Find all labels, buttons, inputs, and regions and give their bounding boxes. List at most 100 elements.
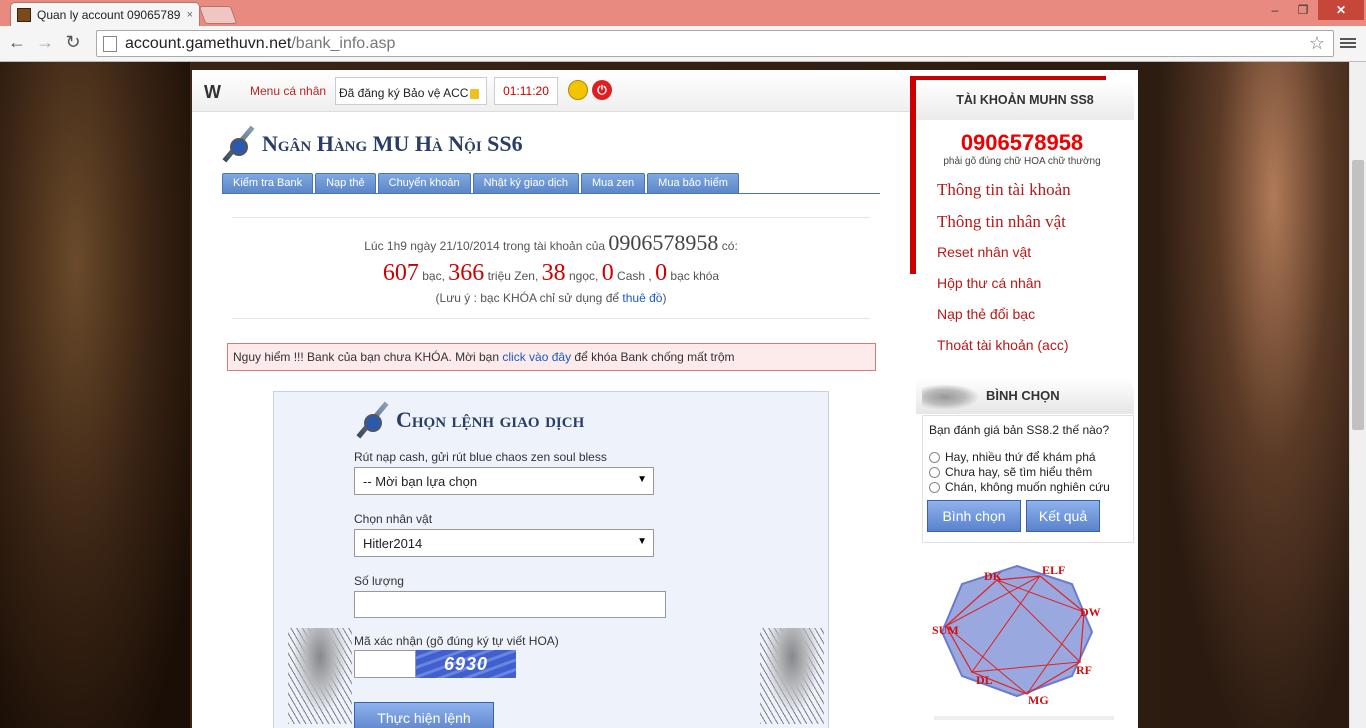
w-logo[interactable]: W [204,82,221,103]
minimize-button[interactable]: – [1262,0,1288,20]
back-arrow-icon[interactable]: ← [6,32,28,53]
character-select[interactable]: Hitler2014 ▼ [354,529,654,557]
command-select-value: -- Mời bạn lựa chọn [363,474,478,489]
captcha-input[interactable] [354,650,416,678]
command-select[interactable]: -- Mời bạn lựa chọn ▼ [354,467,654,495]
tab-buy-zen[interactable]: Mua zen [580,173,646,193]
sidebar-item-topup-silver[interactable]: Nạp thẻ đổi bạc [937,306,1035,322]
class-dl: DL [976,673,993,687]
vote-option[interactable]: Chưa hay, sẽ tìm hiểu thêm [929,465,1092,479]
sidebar-item-logout[interactable]: Thoát tài khoản (acc) [937,337,1069,353]
quantity-input[interactable] [354,591,666,618]
sword-icon [220,122,256,166]
vote-option[interactable]: Hay, nhiều thứ để khám phá [929,450,1096,464]
page-viewport: W Menu cá nhân Đã đăng ký Bảo vệ ACC 01:… [0,62,1349,728]
quantity-label: Số lượng [354,574,404,588]
bac-value: 607 [382,260,419,286]
browser-menu-icon[interactable] [1340,36,1356,52]
protection-text: Đã đăng ký Bảo vệ ACC [339,86,469,100]
tab-transaction-log[interactable]: Nhật ký giao dịch [472,173,579,193]
sidebar-item-reset-character[interactable]: Reset nhân vật [937,244,1031,260]
class-sum: SUM [932,623,959,637]
sword-icon [354,398,390,442]
ngoc-value: 38 [541,260,566,286]
radio-button[interactable] [929,481,940,493]
rent-items-link[interactable]: thuê đồ [622,291,662,305]
new-tab-button[interactable] [198,6,238,24]
tab-title: Quan ly account 09065789 [37,7,181,22]
captcha-label: Mã xác nhận (gõ đúng ký tự viết HOA) [354,634,559,648]
command-label: Rút nạp cash, gửi rút blue chaos zen sou… [354,450,607,464]
wolf-icon [922,384,980,410]
account-protection-status[interactable]: Đã đăng ký Bảo vệ ACC [335,77,487,105]
vote-header: BÌNH CHỌN [916,378,1134,414]
forward-arrow-icon[interactable]: → [34,32,56,53]
class-elf: ELF [1042,563,1065,577]
ngoc-label: ngọc, [568,269,599,283]
dropdown-caret-icon: ▼ [637,474,647,485]
summary-suffix: có: [721,239,738,253]
warrior-art-right [760,628,824,724]
note-suffix: ) [662,291,667,305]
tab-topup-card[interactable]: Nạp thẻ [315,173,376,193]
vote-poll: Bạn đánh giá bản SS8.2 thế nào? Hay, nhi… [922,415,1134,543]
logout-power-icon[interactable]: ⏻ [592,80,612,100]
class-wheel-octagon [940,564,1094,698]
locked-label: bạc khóa [670,269,720,283]
maximize-button[interactable]: ❐ [1290,0,1316,20]
reload-icon[interactable]: ↻ [62,32,84,53]
results-button[interactable]: Kết quả [1026,500,1100,532]
tab-buy-insurance[interactable]: Mua bảo hiểm [647,173,739,193]
sidebar-bottom-bar [934,716,1114,720]
browser-tab[interactable]: Quan ly account 09065789 × [10,2,200,26]
vote-option-label: Chưa hay, sẽ tìm hiểu thêm [945,465,1093,479]
page-icon [103,35,117,52]
background-art-left [0,62,190,728]
user-topbar: W Menu cá nhân Đã đăng ký Bảo vệ ACC 01:… [192,70,910,112]
scrollbar-thumb[interactable] [1352,160,1364,430]
address-bar[interactable]: account.gamethuvn.net/bank_info.asp ☆ [96,30,1334,57]
bank-lock-warning: Nguy hiểm !!! Bank của bạn chưa KHÓA. Mờ… [227,343,876,371]
divider [232,318,870,319]
dropdown-caret-icon: ▼ [637,536,647,547]
locked-value: 0 [655,260,668,286]
class-mg: MG [1028,693,1049,704]
tab-close-icon[interactable]: × [187,9,193,21]
sidebar-item-character-info[interactable]: Thông tin nhân vật [937,212,1066,232]
page-scrollbar[interactable] [1349,62,1366,728]
submit-command-button[interactable]: Thực hiện lệnh [354,702,494,728]
bank-tabs: Kiểm tra Bank Nạp thẻ Chuyển khoản Nhật … [222,173,741,193]
radio-button[interactable] [929,451,940,463]
class-dw: DW [1080,605,1101,619]
tab-transfer[interactable]: Chuyển khoản [377,173,471,193]
zen-value: 366 [448,260,485,286]
lock-bank-link[interactable]: click vào đây [502,350,571,364]
vote-button[interactable]: Bình chọn [927,500,1021,532]
bac-label: bạc, [422,269,445,283]
summary-account: 0906578958 [608,230,719,255]
browser-titlebar: Quan ly account 09065789 × – ❐ ✕ [0,0,1366,26]
tabs-divider [222,193,880,194]
balance-summary: Lúc 1h9 ngày 21/10/2014 trong tài khoản … [232,230,870,305]
bank-header: Ngân Hàng MU Hà Nội SS6 [220,122,523,166]
class-wheel-diagram: DK ELF DW RF MG DL SUM [932,563,1101,704]
vote-option[interactable]: Chán, không muốn nghiên cứu [929,480,1110,494]
radio-button[interactable] [929,466,940,478]
sidebar-item-inbox[interactable]: Hộp thư cá nhân [937,275,1041,291]
smiley-icon[interactable] [568,80,588,100]
captcha-image: 6930 [416,650,516,678]
class-rf: RF [1076,663,1092,677]
account-sidebar: TÀI KHOẢN MUHN SS8 0906578958 phải gõ đú… [910,70,1138,728]
vote-option-label: Hay, nhiều thứ để khám phá [945,450,1096,464]
close-window-button[interactable]: ✕ [1318,0,1364,20]
tab-check-bank[interactable]: Kiểm tra Bank [222,173,314,193]
bookmark-star-icon[interactable]: ☆ [1309,33,1325,54]
sidebar-account: 0906578958 [960,130,1084,155]
note-prefix: (Lưu ý : bạc KHÓA chỉ sử dụng để [435,291,620,305]
sidebar-item-account-info[interactable]: Thông tin tài khoản [937,180,1071,200]
personal-menu-link[interactable]: Menu cá nhân [250,84,326,98]
cash-value: 0 [601,260,614,286]
cash-label: Cash , [617,269,652,283]
warning-suffix: để khóa Bank chống mất trộm [574,350,735,364]
browser-toolbar: ← → ↻ account.gamethuvn.net/bank_info.as… [0,26,1366,62]
